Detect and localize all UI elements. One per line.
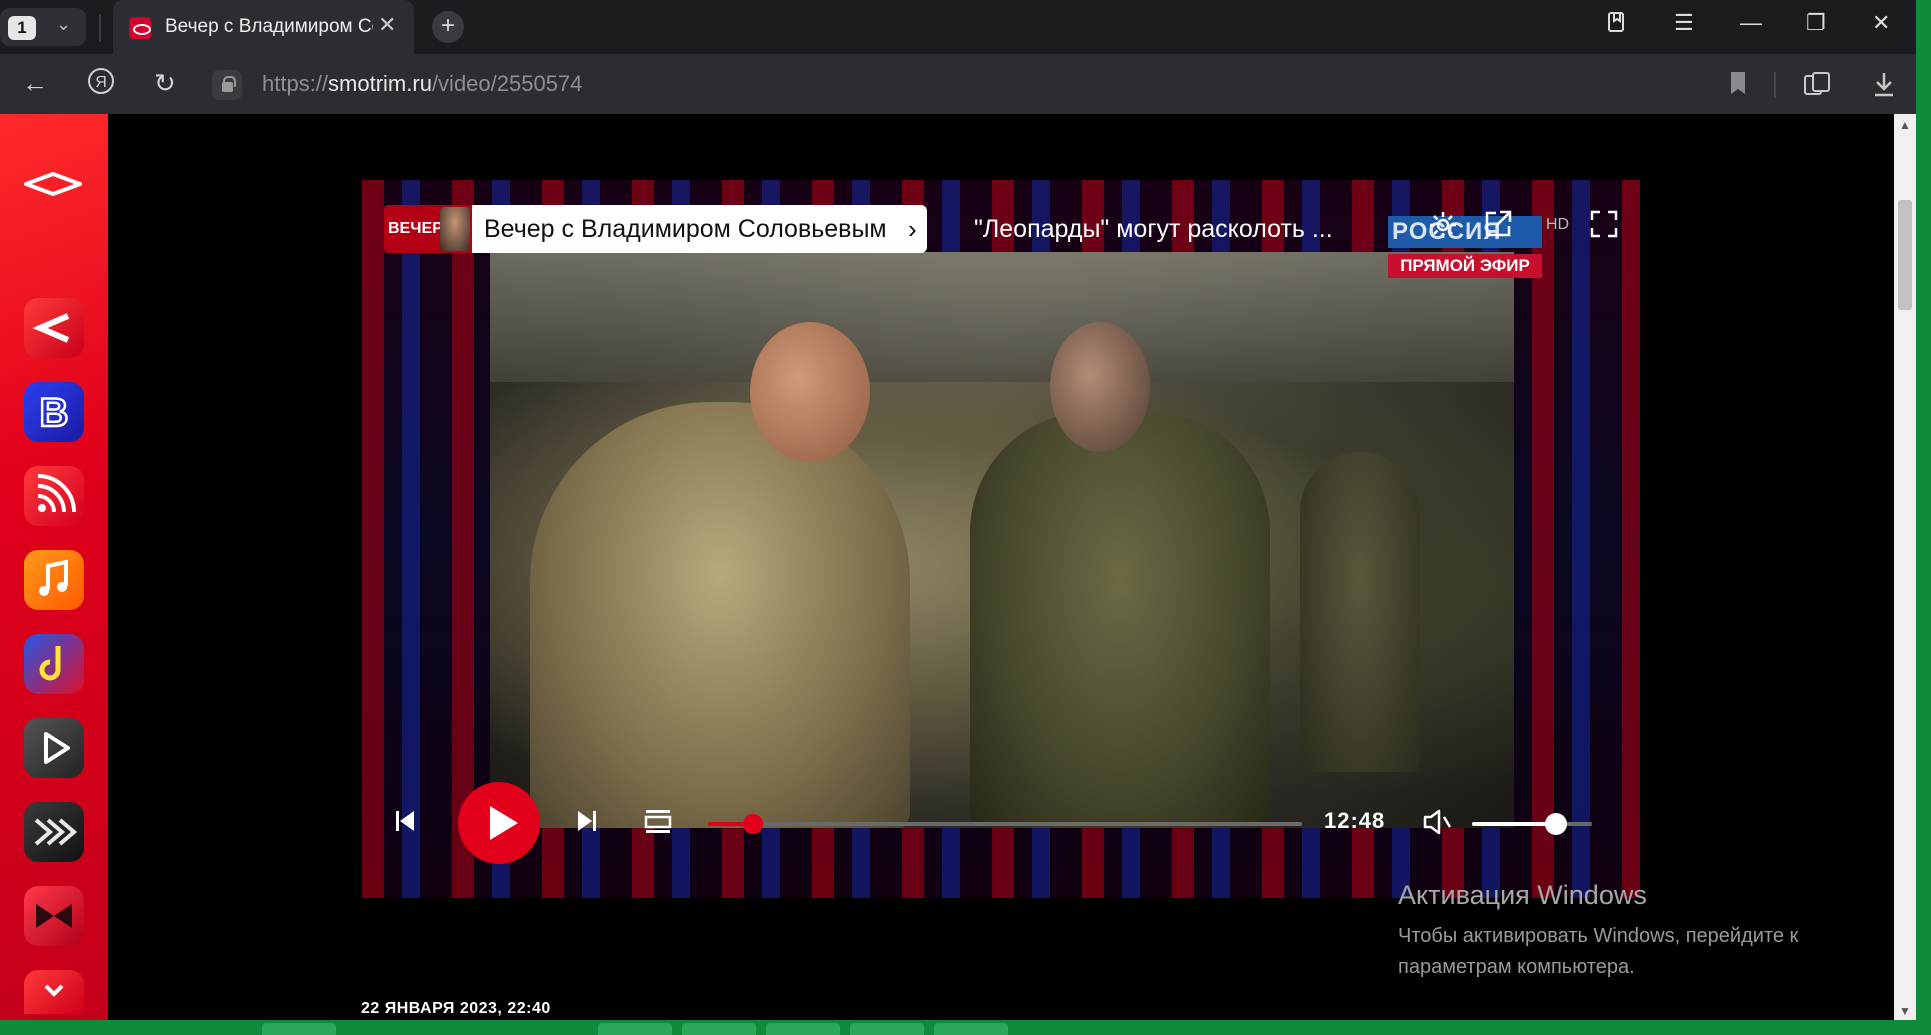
more-apps-button[interactable] [24,970,84,1014]
yandex-icon[interactable]: Я [86,66,116,103]
tab-counter-button[interactable]: 1 ⌄ [0,8,86,46]
taskbar-item[interactable] [850,1023,924,1035]
progress-track[interactable] [708,822,1302,826]
publish-date: 22 ЯНВАРЯ 2023, 22:40 [361,1000,551,1017]
url-field[interactable]: https://smotrim.ru/video/2550574 [262,71,582,97]
back-arrow-icon[interactable]: ← [22,68,48,99]
time-remaining: 12:48 [1324,808,1386,833]
previous-icon[interactable] [394,808,416,841]
address-bar: ← Я ↻ https://smotrim.ru/video/2550574 [0,54,1931,114]
vesti-app-icon[interactable]: В [24,382,84,442]
settings-gear-icon[interactable] [1426,208,1460,250]
chevron-right-icon: › [907,214,917,244]
video-app-icon[interactable] [24,718,84,778]
channel-logo: РОССИЯ [1388,216,1542,248]
lock-icon[interactable] [212,70,242,100]
scrollbar-thumb[interactable] [1898,200,1912,310]
divider [1774,72,1776,98]
url-scheme: https:// [262,71,329,96]
playlist-icon[interactable] [644,808,672,841]
progress-handle[interactable] [743,814,763,834]
kids-app-icon[interactable] [24,634,84,694]
episode-title: "Леопарды" могут расколоть ... [974,215,1333,243]
menu-icon[interactable]: ☰ [1674,10,1694,36]
activation-message: Чтобы активировать Windows, перейдите к … [1398,925,1799,978]
show-badge[interactable]: ВЕЧЕР [384,205,472,253]
music-app-icon[interactable] [24,550,84,610]
restore-icon[interactable]: ❐ [1806,10,1826,36]
collections-icon[interactable] [1802,70,1832,105]
russia1-app-icon[interactable] [24,298,84,358]
video-player[interactable]: ВЕЧЕР Вечер с Владимиром Соловьевым › "Л… [362,180,1640,898]
taskbar-item[interactable] [682,1023,756,1035]
taskbar-item[interactable] [766,1023,840,1035]
divider [99,14,101,42]
chevron-down-icon: ⌄ [56,14,72,34]
next-icon[interactable] [576,808,598,841]
close-tab-icon[interactable]: ✕ [378,12,396,38]
player-controls: 12:48 [362,782,1640,868]
url-path: /video/2550574 [431,71,583,96]
smotrim-logo-icon[interactable] [22,169,84,199]
reload-icon[interactable]: ↻ [154,68,176,99]
play-button[interactable] [458,782,540,864]
minimize-icon[interactable]: — [1740,10,1762,36]
show-title-link[interactable]: Вечер с Владимиром Соловьевым › [472,205,927,253]
activation-title: Активация Windows [1398,880,1647,910]
tab-count: 1 [8,16,36,40]
volume-mute-icon[interactable] [1422,808,1452,843]
sport-app-icon[interactable] [24,802,84,862]
new-tab-button[interactable]: + [432,11,464,43]
windows-activation-watermark: Активация Windows Чтобы активировать Win… [1398,880,1878,983]
show-badge-label: ВЕЧЕР [388,220,443,237]
svg-text:В: В [40,391,69,435]
host-thumbnail [440,207,470,251]
close-window-icon[interactable]: ✕ [1872,10,1890,36]
scroll-down-icon[interactable]: ▼ [1899,1004,1911,1018]
live-badge: ПРЯМОЙ ЭФИР [1388,254,1542,278]
svg-text:Я: Я [95,74,107,91]
tab-title: Вечер с Владимиром Соловьевым [165,16,373,37]
scroll-up-icon[interactable]: ▲ [1899,118,1911,132]
smotrim-favicon-icon [129,17,151,39]
video-frame [490,252,1514,828]
bookmark-icon[interactable] [1728,70,1748,103]
podcast-app-icon[interactable] [24,466,84,526]
download-icon[interactable] [1872,70,1896,105]
taskbar-item[interactable] [598,1023,672,1035]
popout-icon[interactable] [1482,208,1514,248]
volume-handle[interactable] [1545,813,1567,835]
url-host: smotrim.ru [328,71,432,96]
tab-bar: 1 ⌄ Вечер с Владимиром Соловьевым ✕ + ☰ … [0,0,1931,54]
show-title-label: Вечер с Владимиром Соловьевым [484,215,887,243]
bookmarks-panel-icon[interactable] [1606,10,1628,40]
site-sidebar: В [0,114,108,1020]
quality-label[interactable]: HD [1546,216,1569,234]
taskbar-item[interactable] [262,1023,336,1035]
desktop-edge [1916,0,1931,1035]
fullscreen-icon[interactable] [1588,208,1620,248]
culture-app-icon[interactable] [24,886,84,946]
volume-level [1472,822,1556,826]
taskbar-item[interactable] [934,1023,1008,1035]
tab-active[interactable]: Вечер с Владимиром Соловьевым ✕ [113,0,414,54]
